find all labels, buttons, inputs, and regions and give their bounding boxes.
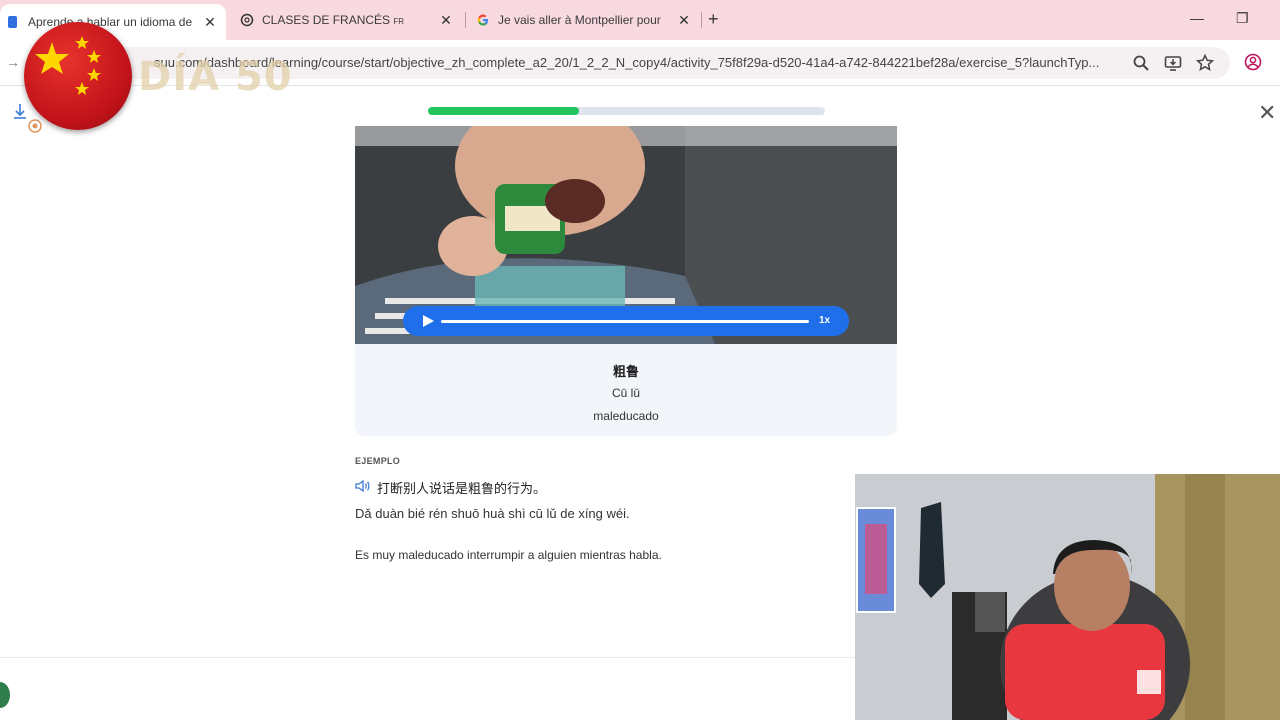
vocabulary-card: 1x 粗鲁 Cū lǔ maleducado xyxy=(355,126,897,436)
example-translation: Es muy maleducado interrumpir a alguien … xyxy=(355,548,662,562)
footer-divider xyxy=(0,657,855,658)
vocabulary-word: 粗鲁 xyxy=(612,364,639,379)
example-label: EJEMPLO xyxy=(355,456,401,466)
close-tab-icon[interactable]: ✕ xyxy=(438,12,454,29)
lesson-progress-fill xyxy=(428,107,579,115)
close-lesson-button[interactable]: ✕ xyxy=(1258,100,1276,126)
playback-speed[interactable]: 1x xyxy=(819,315,830,326)
tab-bar: Aprende a hablar un idioma de ✕ CLASES D… xyxy=(0,0,1280,40)
day-counter-overlay: DÍA 50 xyxy=(138,54,293,100)
webcam-overlay xyxy=(855,474,1280,720)
speaker-icon[interactable] xyxy=(355,479,371,493)
tab-title: Je vais aller à Montpellier pour xyxy=(498,13,661,27)
busuu-favicon-icon xyxy=(8,16,17,28)
vocabulary-photo: 1x xyxy=(355,126,897,344)
profile-icon[interactable] xyxy=(1244,53,1262,71)
audio-seek-bar[interactable] xyxy=(441,320,809,323)
bookmark-star-icon[interactable] xyxy=(1196,54,1214,72)
tab-separator xyxy=(465,12,466,28)
tab-clases-frances[interactable]: CLASES DE FRANCÉS FR ✕ xyxy=(234,0,462,40)
search-icon[interactable] xyxy=(1132,54,1150,72)
install-app-icon[interactable] xyxy=(1164,54,1182,72)
new-tab-button[interactable]: + xyxy=(708,9,719,30)
example-chinese: 打断别人说话是粗鲁的行为。 xyxy=(377,481,547,496)
google-favicon-icon xyxy=(477,14,488,26)
play-icon[interactable] xyxy=(413,306,443,336)
url-text: suu.com/dashboard/learning/course/start/… xyxy=(154,55,1100,70)
tab-separator xyxy=(701,12,702,28)
streamer-webcam-image xyxy=(855,474,1280,720)
audio-player[interactable]: 1x xyxy=(403,306,849,336)
lesson-progress-bar xyxy=(428,107,825,115)
help-bubble-icon[interactable] xyxy=(0,682,10,708)
vocabulary-meaning: maleducado xyxy=(593,409,659,423)
close-tab-icon[interactable]: ✕ xyxy=(676,12,692,29)
vocabulary-pinyin: Cū lǔ xyxy=(611,386,640,400)
tab-montpellier[interactable]: Je vais aller à Montpellier pour ✕ xyxy=(470,0,700,40)
tab-title-text: CLASES DE FRANCÉS xyxy=(262,13,391,27)
tab-title-suffix: FR xyxy=(393,17,405,26)
china-flag-badge xyxy=(24,22,132,130)
restore-button[interactable]: ❐ xyxy=(1236,10,1249,27)
flag-stars-icon xyxy=(35,36,101,95)
forward-icon[interactable]: → xyxy=(6,54,24,72)
minimize-button[interactable]: — xyxy=(1190,10,1204,26)
openai-favicon-icon xyxy=(240,13,254,27)
close-tab-icon[interactable]: ✕ xyxy=(202,14,218,31)
example-pinyin: Dǎ duàn bié rén shuō huà shì cū lǔ de xí… xyxy=(355,506,630,521)
tab-title: CLASES DE FRANCÉS FR xyxy=(262,13,438,27)
